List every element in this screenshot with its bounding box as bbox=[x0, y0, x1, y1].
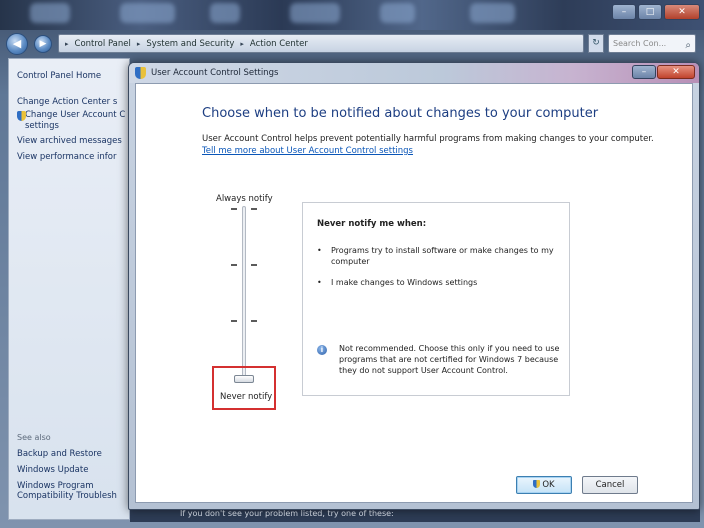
sidebar-item-control-panel-home[interactable]: Control Panel Home bbox=[17, 71, 101, 82]
page-title: Choose when to be notified about changes… bbox=[202, 106, 599, 121]
breadcrumb-item[interactable]: Action Center bbox=[250, 39, 308, 49]
window-caption-buttons: – □ ✕ bbox=[612, 4, 700, 20]
window-titlebar: – □ ✕ bbox=[0, 0, 704, 30]
dialog-title: User Account Control Settings bbox=[151, 68, 279, 78]
breadcrumb-separator-icon: ▸ bbox=[240, 39, 244, 48]
uac-shield-icon bbox=[135, 67, 146, 79]
sidebar-item-change-uac[interactable]: Change User Account C bbox=[17, 110, 126, 121]
close-button[interactable]: ✕ bbox=[664, 4, 700, 20]
slider-track[interactable] bbox=[242, 206, 246, 378]
see-also-compatibility[interactable]: Compatibility Troublesh bbox=[17, 491, 117, 502]
slider-tick bbox=[231, 320, 237, 322]
navigation-bar: ◀ ▶ ▸ Control Panel ▸ System and Securit… bbox=[0, 30, 704, 58]
bullet-icon: • bbox=[317, 246, 322, 255]
button-row: OK Cancel bbox=[136, 474, 692, 498]
address-bar[interactable]: ▸ Control Panel ▸ System and Security ▸ … bbox=[58, 34, 584, 53]
highlight-box: Never notify bbox=[212, 366, 276, 410]
slider-tick bbox=[251, 264, 257, 266]
bullet-text: I make changes to Windows settings bbox=[331, 278, 478, 287]
sidebar-item-change-uac-settings[interactable]: settings bbox=[25, 121, 59, 132]
description-title: Never notify me when: bbox=[317, 219, 427, 229]
search-input[interactable]: Search Con... ⌕ bbox=[608, 34, 696, 53]
info-icon: i bbox=[317, 345, 327, 355]
forward-button[interactable]: ▶ bbox=[34, 35, 52, 53]
search-placeholder: Search Con... bbox=[613, 39, 667, 48]
slider-tick bbox=[231, 264, 237, 266]
close-button[interactable]: ✕ bbox=[657, 65, 695, 79]
refresh-button[interactable]: ↻ bbox=[588, 34, 604, 53]
slider-tick bbox=[251, 208, 257, 210]
intro-text: User Account Control helps prevent poten… bbox=[202, 134, 654, 144]
breadcrumb-separator-icon: ▸ bbox=[136, 39, 141, 48]
slider-tick bbox=[231, 208, 237, 210]
see-also-windows-update[interactable]: Windows Update bbox=[17, 465, 88, 476]
description-panel: Never notify me when: • Programs try to … bbox=[302, 202, 570, 396]
uac-shield-icon bbox=[533, 480, 541, 488]
dialog-content: Choose when to be notified about changes… bbox=[135, 83, 693, 503]
minimize-button[interactable]: – bbox=[612, 4, 636, 20]
back-button[interactable]: ◀ bbox=[6, 33, 28, 55]
sidebar-item-change-action-center[interactable]: Change Action Center s bbox=[17, 97, 117, 108]
sidebar-item-label: Change User Account C bbox=[25, 110, 126, 120]
slider-bottom-label: Never notify bbox=[220, 392, 273, 402]
slider-tick bbox=[251, 320, 257, 322]
dialog-caption-buttons: – ✕ bbox=[632, 65, 695, 79]
breadcrumb-root-icon: ▸ bbox=[65, 39, 69, 48]
breadcrumb-item[interactable]: System and Security bbox=[146, 39, 234, 49]
dialog-titlebar[interactable]: User Account Control Settings – ✕ bbox=[129, 63, 699, 83]
note-text: Not recommended. Choose this only if you… bbox=[339, 344, 560, 375]
sidebar-item-performance-info[interactable]: View performance infor bbox=[17, 152, 116, 163]
learn-more-link[interactable]: Tell me more about User Account Control … bbox=[202, 146, 413, 156]
ok-label: OK bbox=[542, 480, 555, 490]
slider-top-label: Always notify bbox=[216, 194, 273, 204]
notify-level-slider[interactable] bbox=[224, 206, 264, 386]
ok-button[interactable]: OK bbox=[516, 476, 572, 494]
uac-shield-icon bbox=[17, 111, 26, 121]
sidebar: Control Panel Home Change Action Center … bbox=[8, 58, 130, 520]
see-also-header: See also bbox=[17, 433, 51, 442]
cancel-button[interactable]: Cancel bbox=[582, 476, 638, 494]
search-icon: ⌕ bbox=[685, 40, 691, 51]
bullet-icon: • bbox=[317, 278, 322, 287]
minimize-button[interactable]: – bbox=[632, 65, 656, 79]
sidebar-item-archived-messages[interactable]: View archived messages bbox=[17, 136, 122, 147]
see-also-backup-restore[interactable]: Backup and Restore bbox=[17, 449, 102, 460]
uac-settings-dialog: User Account Control Settings – ✕ Choose… bbox=[128, 62, 700, 510]
maximize-button[interactable]: □ bbox=[638, 4, 662, 20]
bullet-text: Programs try to install software or make… bbox=[331, 246, 554, 266]
breadcrumb-item[interactable]: Control Panel bbox=[75, 39, 131, 49]
